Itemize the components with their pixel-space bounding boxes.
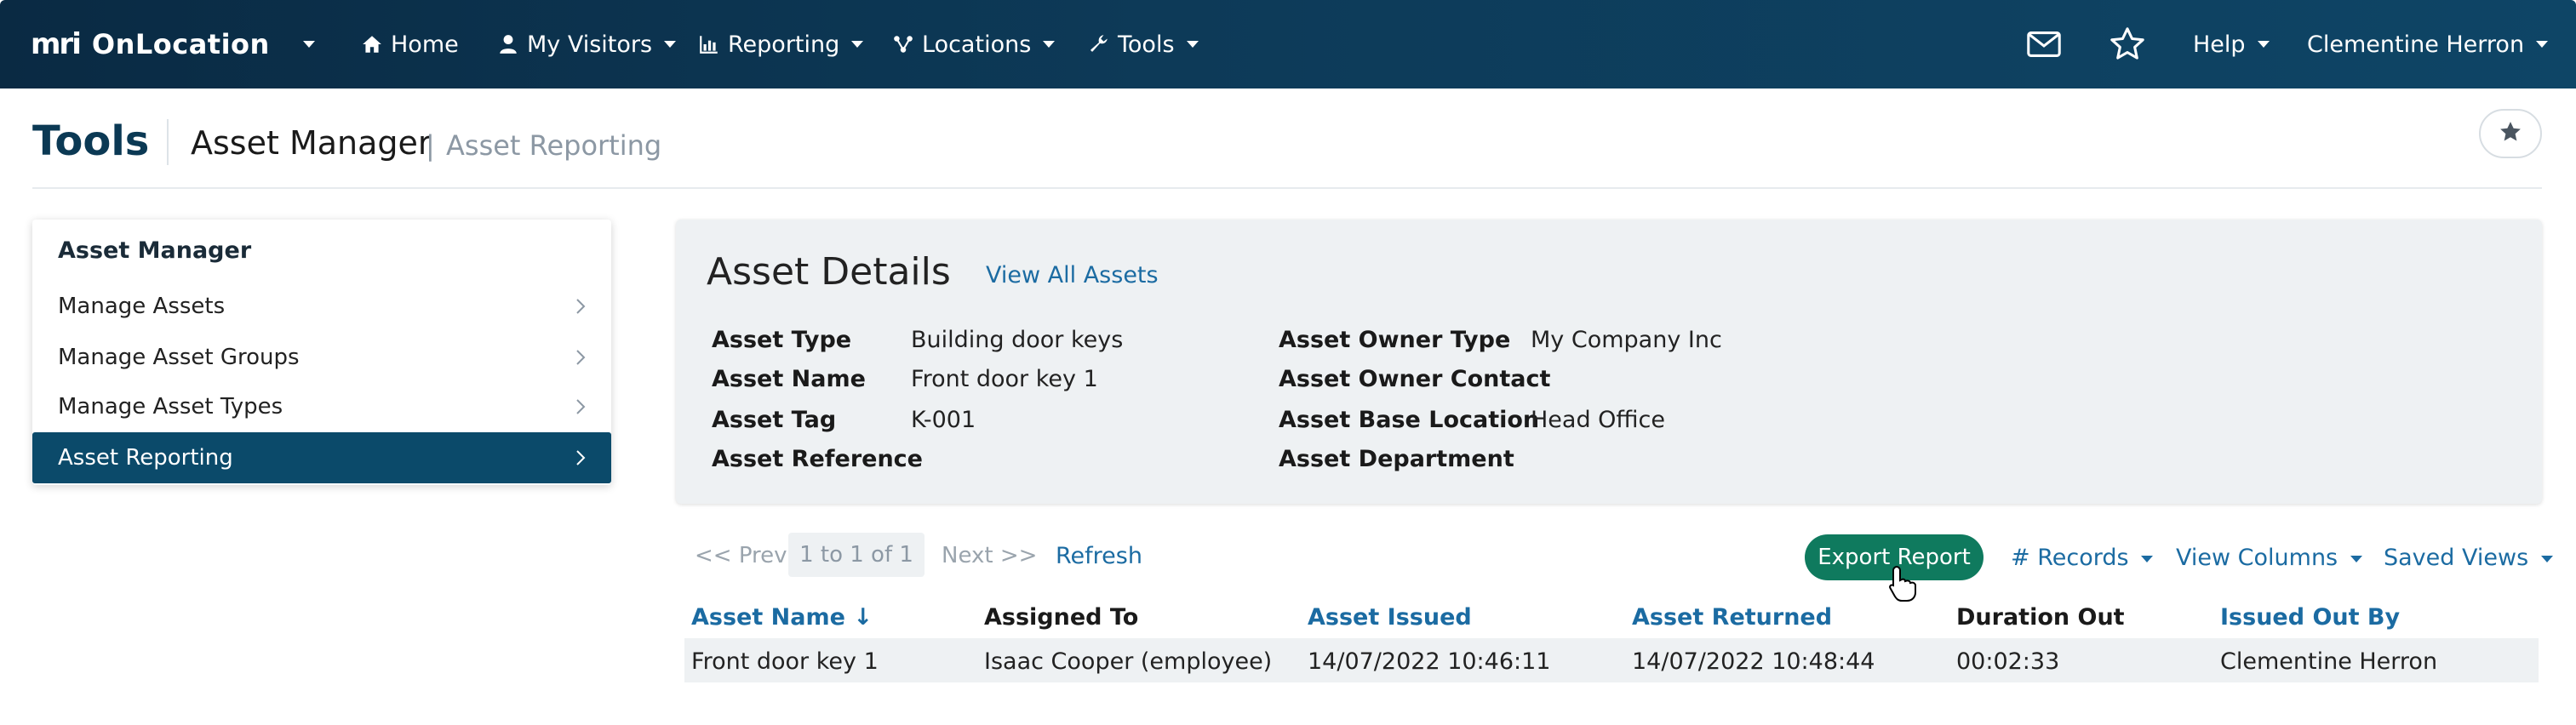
wrench-icon [1088,33,1110,55]
bar-chart-icon [698,33,720,55]
sidebar-heading: Asset Manager [58,237,252,264]
app-switcher-dropdown[interactable] [303,0,315,88]
asset-details-panel: Asset Details View All Assets Asset Type… [676,220,2542,504]
nav-tools[interactable]: Tools [1088,0,1199,88]
star-outline-icon [2108,25,2147,64]
saved-views-label: Saved Views [2384,545,2529,571]
chevron-down-icon [851,41,864,48]
sidebar-item-label: Manage Assets [58,294,226,319]
sidebar-item-label: Manage Asset Types [58,394,283,420]
user-icon [497,33,519,55]
sidebar-item-manage-asset-types[interactable]: Manage Asset Types [32,381,611,432]
sidebar-item-asset-reporting[interactable]: Asset Reporting [32,432,611,483]
breadcrumb-separator: | [426,129,435,162]
chevron-down-icon [2257,41,2270,48]
asset-tag-value: K-001 [911,407,976,433]
column-header-asset-returned[interactable]: Asset Returned [1632,604,1832,631]
pagination-next-button[interactable]: Next >> [942,543,1037,568]
asset-tag-label: Asset Tag [712,407,837,433]
top-navbar: mri OnLocation Home My Visitors Reportin… [0,0,2576,88]
records-label: # Records [2011,545,2129,571]
asset-reference-label: Asset Reference [712,446,923,472]
hand-cursor-icon [1888,565,1917,602]
table-cell-asset-name: Front door key 1 [691,648,879,675]
sidebar-item-label: Asset Reporting [58,445,233,471]
envelope-icon [2024,25,2064,64]
star-icon [2498,119,2523,148]
table-cell-asset-issued: 14/07/2022 10:46:11 [1308,648,1551,675]
refresh-link[interactable]: Refresh [1056,543,1142,569]
sidebar-item-label: Manage Asset Groups [58,345,300,370]
nav-my-visitors[interactable]: My Visitors [497,0,677,88]
table-cell-issued-out-by: Clementine Herron [2220,648,2438,675]
table-cell-duration-out: 00:02:33 [1956,648,2060,675]
asset-manager-sidebar: Asset Manager Manage Assets Manage Asset… [32,220,611,485]
mri-logo-icon: mri [31,27,82,61]
asset-owner-type-label: Asset Owner Type [1279,327,1511,353]
nav-locations-label: Locations [922,31,1032,58]
chevron-down-icon [664,41,677,48]
asset-type-label: Asset Type [712,327,852,353]
asset-base-location-value: Head Office [1531,407,1665,433]
user-name: Clementine Herron [2307,31,2525,58]
nav-my-visitors-label: My Visitors [527,31,653,58]
saved-views-dropdown[interactable]: Saved Views [2384,545,2553,571]
asset-type-value: Building door keys [911,327,1124,353]
table-cell-assigned-to: Isaac Cooper (employee) [984,648,1273,675]
table-cell-asset-returned: 14/07/2022 10:48:44 [1632,648,1875,675]
chevron-down-icon [1043,41,1056,48]
asset-owner-contact-label: Asset Owner Contact [1279,366,1551,392]
chevron-down-icon [1186,41,1199,48]
sidebar-item-manage-assets[interactable]: Manage Assets [32,281,611,332]
nav-tools-label: Tools [1118,31,1175,58]
nav-locations[interactable]: Locations [892,0,1056,88]
breadcrumb-current-section: Asset Manager [191,124,432,162]
chevron-down-icon [2141,555,2154,562]
chevron-down-icon [303,41,315,48]
column-header-issued-out-by[interactable]: Issued Out By [2220,604,2400,631]
pagination-range: 1 to 1 of 1 [788,533,924,577]
asset-owner-type-value: My Company Inc [1531,327,1722,353]
nav-home-label: Home [391,31,459,58]
asset-name-label: Asset Name [712,366,866,392]
chevron-down-icon [2536,41,2549,48]
column-header-asset-name[interactable]: Asset Name ↓ [691,604,873,631]
app-name: OnLocation [91,28,270,60]
chevron-down-icon [2540,555,2553,562]
user-menu-dropdown[interactable]: Clementine Herron [2307,0,2549,88]
records-per-page-dropdown[interactable]: # Records [2011,545,2154,571]
view-all-assets-link[interactable]: View All Assets [986,262,1159,288]
sidebar-item-manage-asset-groups[interactable]: Manage Asset Groups [32,332,611,383]
chevron-right-icon [570,397,591,417]
chevron-right-icon [570,448,591,468]
help-label: Help [2193,31,2246,58]
asset-department-label: Asset Department [1279,446,1514,472]
messages-button[interactable] [2024,0,2064,88]
home-icon [361,33,383,55]
asset-base-location-label: Asset Base Location [1279,407,1540,433]
favorites-button[interactable] [2108,0,2147,88]
asset-details-title: Asset Details [707,250,951,294]
app-logo[interactable]: mri OnLocation [31,0,270,88]
column-header-duration-out: Duration Out [1956,604,2125,631]
nav-reporting[interactable]: Reporting [698,0,864,88]
nav-reporting-label: Reporting [728,31,840,58]
asset-name-value: Front door key 1 [911,366,1098,392]
view-columns-label: View Columns [2176,545,2338,571]
chevron-down-icon [2350,555,2362,562]
chevron-right-icon [570,347,591,368]
network-icon [892,33,914,55]
nav-home[interactable]: Home [361,0,459,88]
bookmark-page-button[interactable] [2479,109,2542,158]
pagination-prev-button[interactable]: << Prev [695,543,787,568]
column-header-asset-issued[interactable]: Asset Issued [1308,604,1472,631]
help-dropdown[interactable]: Help [2193,0,2270,88]
page-title: Tools [32,117,150,165]
view-columns-dropdown[interactable]: View Columns [2176,545,2362,571]
chevron-right-icon [570,296,591,317]
header-divider-line [32,187,2542,189]
column-header-assigned-to: Assigned To [984,604,1139,631]
breadcrumb-current-page: Asset Reporting [446,129,662,162]
header-divider [167,119,169,165]
